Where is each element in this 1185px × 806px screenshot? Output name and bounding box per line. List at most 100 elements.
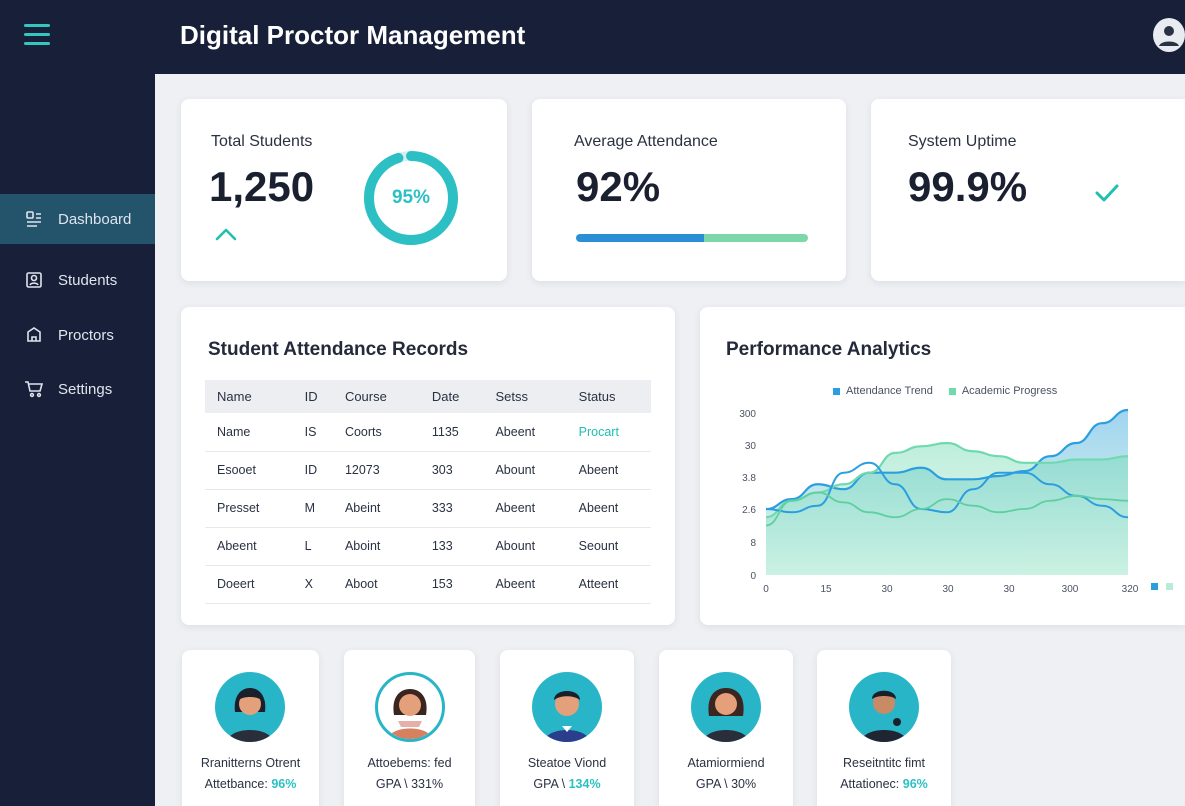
- student-stat-label: GPA \: [533, 777, 566, 791]
- attendance-records-title: Student Attendance Records: [208, 339, 469, 360]
- table-cell: Aboint: [332, 527, 420, 566]
- status-cell: Seount: [566, 527, 651, 566]
- student-stat: GPA \ 331%: [344, 777, 475, 791]
- student-name: Rranitterns Otrent: [200, 756, 301, 770]
- x-tick-label: 15: [820, 584, 832, 595]
- status-cell: Abeent: [566, 451, 651, 490]
- student-name: Reseitntitc fimt: [843, 756, 925, 770]
- dashboard-icon: [24, 209, 44, 229]
- student-profile-card[interactable]: Rranitterns Otrent Attetbance: 96%: [182, 650, 319, 806]
- settings-icon: [24, 379, 44, 399]
- table-cell: 12073: [332, 451, 420, 490]
- student-stat: Attationec: 96%: [817, 777, 951, 791]
- table-row[interactable]: Name IS Coorts 1135 Abeent Procart: [205, 413, 651, 452]
- table-cell: Esooet: [205, 451, 293, 490]
- student-profile-card[interactable]: Reseitntitc fimt Attationec: 96%: [817, 650, 951, 806]
- table-cell: Abeent: [483, 413, 567, 452]
- mini-legend-swatch-green: [1166, 583, 1173, 590]
- table-cell: 303: [419, 451, 484, 490]
- students-icon: [24, 270, 44, 290]
- total-students-label: Total Students: [211, 133, 313, 150]
- sidebar-item-label: Settings: [58, 380, 113, 398]
- x-tick-label: 0: [763, 584, 769, 595]
- x-tick-label: 300: [1062, 584, 1079, 595]
- student-name: Steatoe Viond: [527, 756, 607, 770]
- performance-analytics-card: Performance Analytics Attendance Trend A…: [700, 307, 1185, 625]
- attendance-progress-bar: [576, 234, 808, 242]
- sidebar-item-label: Dashboard: [58, 210, 132, 228]
- y-tick-label: 0: [750, 571, 756, 582]
- table-cell: Doeert: [205, 565, 293, 604]
- sidebar: Dashboard Students Proctors Settings: [0, 0, 155, 806]
- performance-chart: 300 30 3.8 2.6 8 0 0 15 30 30 30 300 320: [739, 408, 1173, 595]
- table-cell: 1135: [419, 413, 484, 452]
- table-cell: Abeent: [205, 527, 293, 566]
- sidebar-item-dashboard[interactable]: Dashboard: [0, 194, 155, 244]
- student-stat-label: Attetbance:: [204, 777, 268, 791]
- student-stat-label: Attationec:: [840, 777, 900, 791]
- student-avatar-icon: [375, 672, 445, 742]
- table-cell: Name: [205, 413, 293, 452]
- column-header[interactable]: Date: [419, 380, 484, 413]
- sidebar-item-label: Proctors: [58, 326, 114, 344]
- student-stat: Attetbance: 96%: [182, 777, 319, 791]
- attendance-records-card: Student Attendance Records Name ID Cours…: [181, 307, 675, 625]
- series-area: [766, 443, 1128, 575]
- top-bar: Digital Proctor Management: [155, 0, 1185, 74]
- table-cell: 133: [419, 527, 484, 566]
- column-header[interactable]: ID: [292, 380, 333, 413]
- student-name: Attoebems: fed: [367, 756, 452, 770]
- table-row[interactable]: Abeent L Aboint 133 Abount Seount: [205, 527, 651, 566]
- attendance-ring: 95%: [361, 148, 461, 248]
- column-header[interactable]: Course: [332, 380, 420, 413]
- table-row[interactable]: Esooet ID 12073 303 Abount Abeent: [205, 451, 651, 490]
- student-avatar-icon: [215, 672, 285, 742]
- student-profile-card[interactable]: Atamiormiend GPA \ 30%: [659, 650, 793, 806]
- status-cell: Procart: [566, 413, 651, 452]
- table-cell: M: [292, 489, 333, 528]
- system-uptime-value: 99.9%: [908, 163, 1028, 210]
- student-profile-card[interactable]: Attoebems: fed GPA \ 331%: [344, 650, 475, 806]
- total-students-value: 1,250: [209, 163, 315, 210]
- average-attendance-card: Average Attendance 92%: [532, 99, 846, 281]
- student-stat: GPA \ 30%: [659, 777, 793, 791]
- status-cell: Atteent: [566, 565, 651, 604]
- sidebar-item-proctors[interactable]: Proctors: [0, 310, 155, 360]
- student-avatar-icon: [532, 672, 602, 742]
- column-header[interactable]: Name: [205, 380, 293, 413]
- sidebar-item-label: Students: [58, 271, 118, 289]
- average-attendance-value: 92%: [576, 163, 661, 210]
- table-cell: Abeent: [483, 565, 567, 604]
- column-header[interactable]: Status: [566, 380, 651, 413]
- student-stat-value: 96%: [271, 777, 297, 791]
- table-cell: Abount: [483, 451, 567, 490]
- hamburger-menu-icon[interactable]: [24, 24, 50, 46]
- x-tick-label: 320: [1122, 584, 1139, 595]
- student-avatar-icon: [849, 672, 919, 742]
- table-cell: IS: [292, 413, 333, 452]
- sidebar-item-settings[interactable]: Settings: [0, 364, 155, 414]
- column-header[interactable]: Setss: [483, 380, 567, 413]
- y-tick-label: 3.8: [742, 473, 756, 484]
- table-row[interactable]: Presset M Abeint 333 Abeent Abeent: [205, 489, 651, 528]
- average-attendance-label: Average Attendance: [574, 133, 718, 150]
- student-profile-card[interactable]: Steatoe Viond GPA \ 134%: [500, 650, 634, 806]
- student-avatar-icon: [691, 672, 761, 742]
- page-title: Digital Proctor Management: [180, 20, 526, 50]
- y-tick-label: 30: [745, 441, 757, 452]
- student-name: Atamiormiend: [687, 756, 765, 770]
- attendance-table: Name ID Course Date Setss Status Name IS…: [205, 380, 651, 604]
- table-cell: L: [292, 527, 333, 566]
- sidebar-item-students[interactable]: Students: [0, 255, 155, 305]
- student-stat-value: 331%: [411, 777, 444, 791]
- student-stat-label: GPA \: [375, 777, 408, 791]
- status-cell: Abeent: [566, 489, 651, 528]
- table-cell: ID: [292, 451, 333, 490]
- table-row[interactable]: Doeert X Aboot 153 Abeent Atteent: [205, 565, 651, 604]
- table-cell: 153: [419, 565, 484, 604]
- user-avatar-icon[interactable]: [1153, 18, 1185, 52]
- table-header-row: Name ID Course Date Setss Status: [205, 380, 651, 413]
- table-cell: Presset: [205, 489, 293, 528]
- x-tick-label: 30: [942, 584, 954, 595]
- student-stat: GPA \ 134%: [500, 777, 634, 791]
